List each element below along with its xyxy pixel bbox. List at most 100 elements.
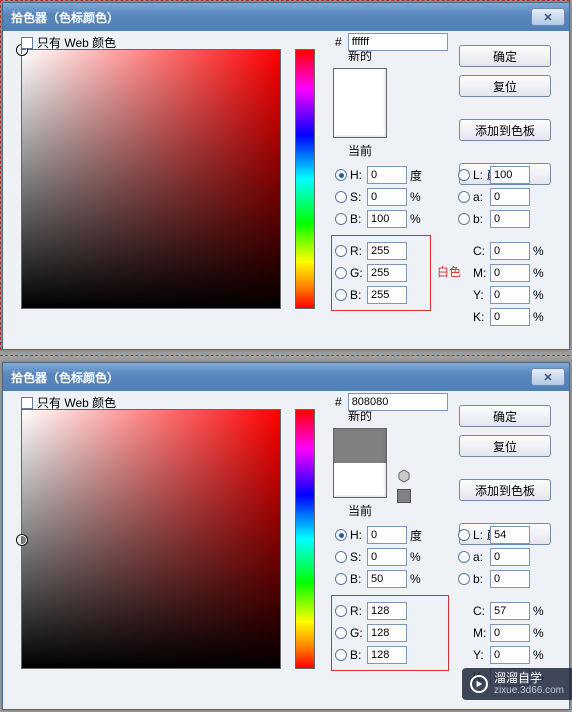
color-picker-dialog: 拾色器（色标颜色） ✕ 新的 当前 确定 复位 添加到色板 颜色库 H:度 S:… bbox=[2, 2, 570, 350]
radio-a[interactable] bbox=[458, 191, 470, 203]
titlebar[interactable]: 拾色器（色标颜色） ✕ bbox=[3, 3, 569, 31]
radio-l[interactable] bbox=[458, 169, 470, 181]
rgb-highlight-box bbox=[331, 595, 449, 671]
input-b-hsb[interactable] bbox=[367, 570, 407, 588]
label-bb: B: bbox=[350, 212, 364, 226]
radio-h[interactable] bbox=[335, 529, 347, 541]
input-c[interactable] bbox=[490, 242, 530, 260]
radio-s[interactable] bbox=[335, 191, 347, 203]
label-bb: B: bbox=[350, 572, 364, 586]
ok-button[interactable]: 确定 bbox=[459, 45, 551, 67]
label-s: S: bbox=[350, 190, 364, 204]
label-bl: b: bbox=[473, 572, 487, 586]
label-k: K: bbox=[473, 310, 487, 324]
sv-pointer[interactable] bbox=[17, 535, 27, 545]
web-only-label: 只有 Web 颜色 bbox=[37, 34, 116, 51]
radio-b[interactable] bbox=[335, 573, 347, 585]
play-icon bbox=[470, 675, 488, 693]
label-m: M: bbox=[473, 266, 487, 280]
saturation-value-area[interactable] bbox=[21, 49, 281, 309]
color-swatch bbox=[333, 68, 387, 138]
saturation-value-area[interactable] bbox=[21, 409, 281, 669]
input-h[interactable] bbox=[367, 526, 407, 544]
unit-pct: % bbox=[410, 550, 424, 564]
hue-strip[interactable] bbox=[295, 409, 315, 669]
rgb-highlight-box bbox=[331, 235, 431, 311]
annotation-white: 白色 bbox=[437, 263, 461, 280]
input-y[interactable] bbox=[490, 286, 530, 304]
input-l[interactable] bbox=[490, 526, 530, 544]
hex-input[interactable] bbox=[348, 393, 448, 411]
web-only-checkbox[interactable] bbox=[21, 37, 33, 49]
unit-pct: % bbox=[533, 310, 547, 324]
input-y[interactable] bbox=[490, 646, 530, 664]
nearest-web-color-icon[interactable] bbox=[397, 489, 411, 503]
radio-l[interactable] bbox=[458, 529, 470, 541]
unit-deg: 度 bbox=[410, 167, 424, 184]
label-m: M: bbox=[473, 626, 487, 640]
unit-deg: 度 bbox=[410, 527, 424, 544]
label-a: a: bbox=[473, 550, 487, 564]
web-only-checkbox[interactable] bbox=[21, 397, 33, 409]
hex-input[interactable] bbox=[348, 33, 448, 51]
current-label: 当前 bbox=[329, 142, 391, 159]
ok-button[interactable]: 确定 bbox=[459, 405, 551, 427]
label-y: Y: bbox=[473, 648, 487, 662]
close-button[interactable]: ✕ bbox=[531, 8, 565, 26]
unit-pct: % bbox=[533, 244, 547, 258]
watermark-title: 溜溜自学 bbox=[494, 672, 564, 685]
label-c: C: bbox=[473, 244, 487, 258]
input-bl[interactable] bbox=[490, 210, 530, 228]
unit-pct: % bbox=[410, 212, 424, 226]
input-bl[interactable] bbox=[490, 570, 530, 588]
dialog-title: 拾色器（色标颜色） bbox=[11, 9, 119, 26]
radio-s[interactable] bbox=[335, 551, 347, 563]
watermark-sub: zixue.3d66.com bbox=[494, 685, 564, 696]
watermark: 溜溜自学 zixue.3d66.com bbox=[462, 668, 572, 700]
input-c[interactable] bbox=[490, 602, 530, 620]
titlebar[interactable]: 拾色器（色标颜色） ✕ bbox=[3, 363, 569, 391]
input-a[interactable] bbox=[490, 548, 530, 566]
input-s[interactable] bbox=[367, 548, 407, 566]
input-m[interactable] bbox=[490, 624, 530, 642]
label-s: S: bbox=[350, 550, 364, 564]
dialog-title: 拾色器（色标颜色） bbox=[11, 369, 119, 386]
unit-pct: % bbox=[533, 604, 547, 618]
input-h[interactable] bbox=[367, 166, 407, 184]
hash-label: # bbox=[335, 35, 342, 49]
hash-label: # bbox=[335, 395, 342, 409]
label-l: L: bbox=[473, 528, 487, 542]
input-l[interactable] bbox=[490, 166, 530, 184]
current-label: 当前 bbox=[329, 502, 391, 519]
label-a: a: bbox=[473, 190, 487, 204]
radio-a[interactable] bbox=[458, 551, 470, 563]
input-m[interactable] bbox=[490, 264, 530, 282]
color-picker-dialog: 拾色器（色标颜色） ✕ 新的 当前 确定 复位 添加到色板 颜色库 H:度 bbox=[2, 362, 570, 710]
color-swatch bbox=[333, 428, 387, 498]
radio-bl[interactable] bbox=[458, 573, 470, 585]
radio-b[interactable] bbox=[335, 213, 347, 225]
unit-pct: % bbox=[533, 626, 547, 640]
reset-button[interactable]: 复位 bbox=[459, 435, 551, 457]
web-only-label: 只有 Web 颜色 bbox=[37, 394, 116, 411]
gamut-warning-icon[interactable] bbox=[397, 469, 411, 483]
add-swatch-button[interactable]: 添加到色板 bbox=[459, 119, 551, 141]
label-y: Y: bbox=[473, 288, 487, 302]
unit-pct: % bbox=[533, 266, 547, 280]
label-c: C: bbox=[473, 604, 487, 618]
radio-h[interactable] bbox=[335, 169, 347, 181]
radio-bl[interactable] bbox=[458, 213, 470, 225]
input-b-hsb[interactable] bbox=[367, 210, 407, 228]
input-k[interactable] bbox=[490, 308, 530, 326]
close-icon: ✕ bbox=[543, 371, 552, 384]
hue-strip[interactable] bbox=[295, 49, 315, 309]
label-bl: b: bbox=[473, 212, 487, 226]
add-swatch-button[interactable]: 添加到色板 bbox=[459, 479, 551, 501]
unit-pct: % bbox=[533, 288, 547, 302]
reset-button[interactable]: 复位 bbox=[459, 75, 551, 97]
input-s[interactable] bbox=[367, 188, 407, 206]
input-a[interactable] bbox=[490, 188, 530, 206]
close-button[interactable]: ✕ bbox=[531, 368, 565, 386]
label-h: H: bbox=[350, 168, 364, 182]
unit-pct: % bbox=[410, 190, 424, 204]
